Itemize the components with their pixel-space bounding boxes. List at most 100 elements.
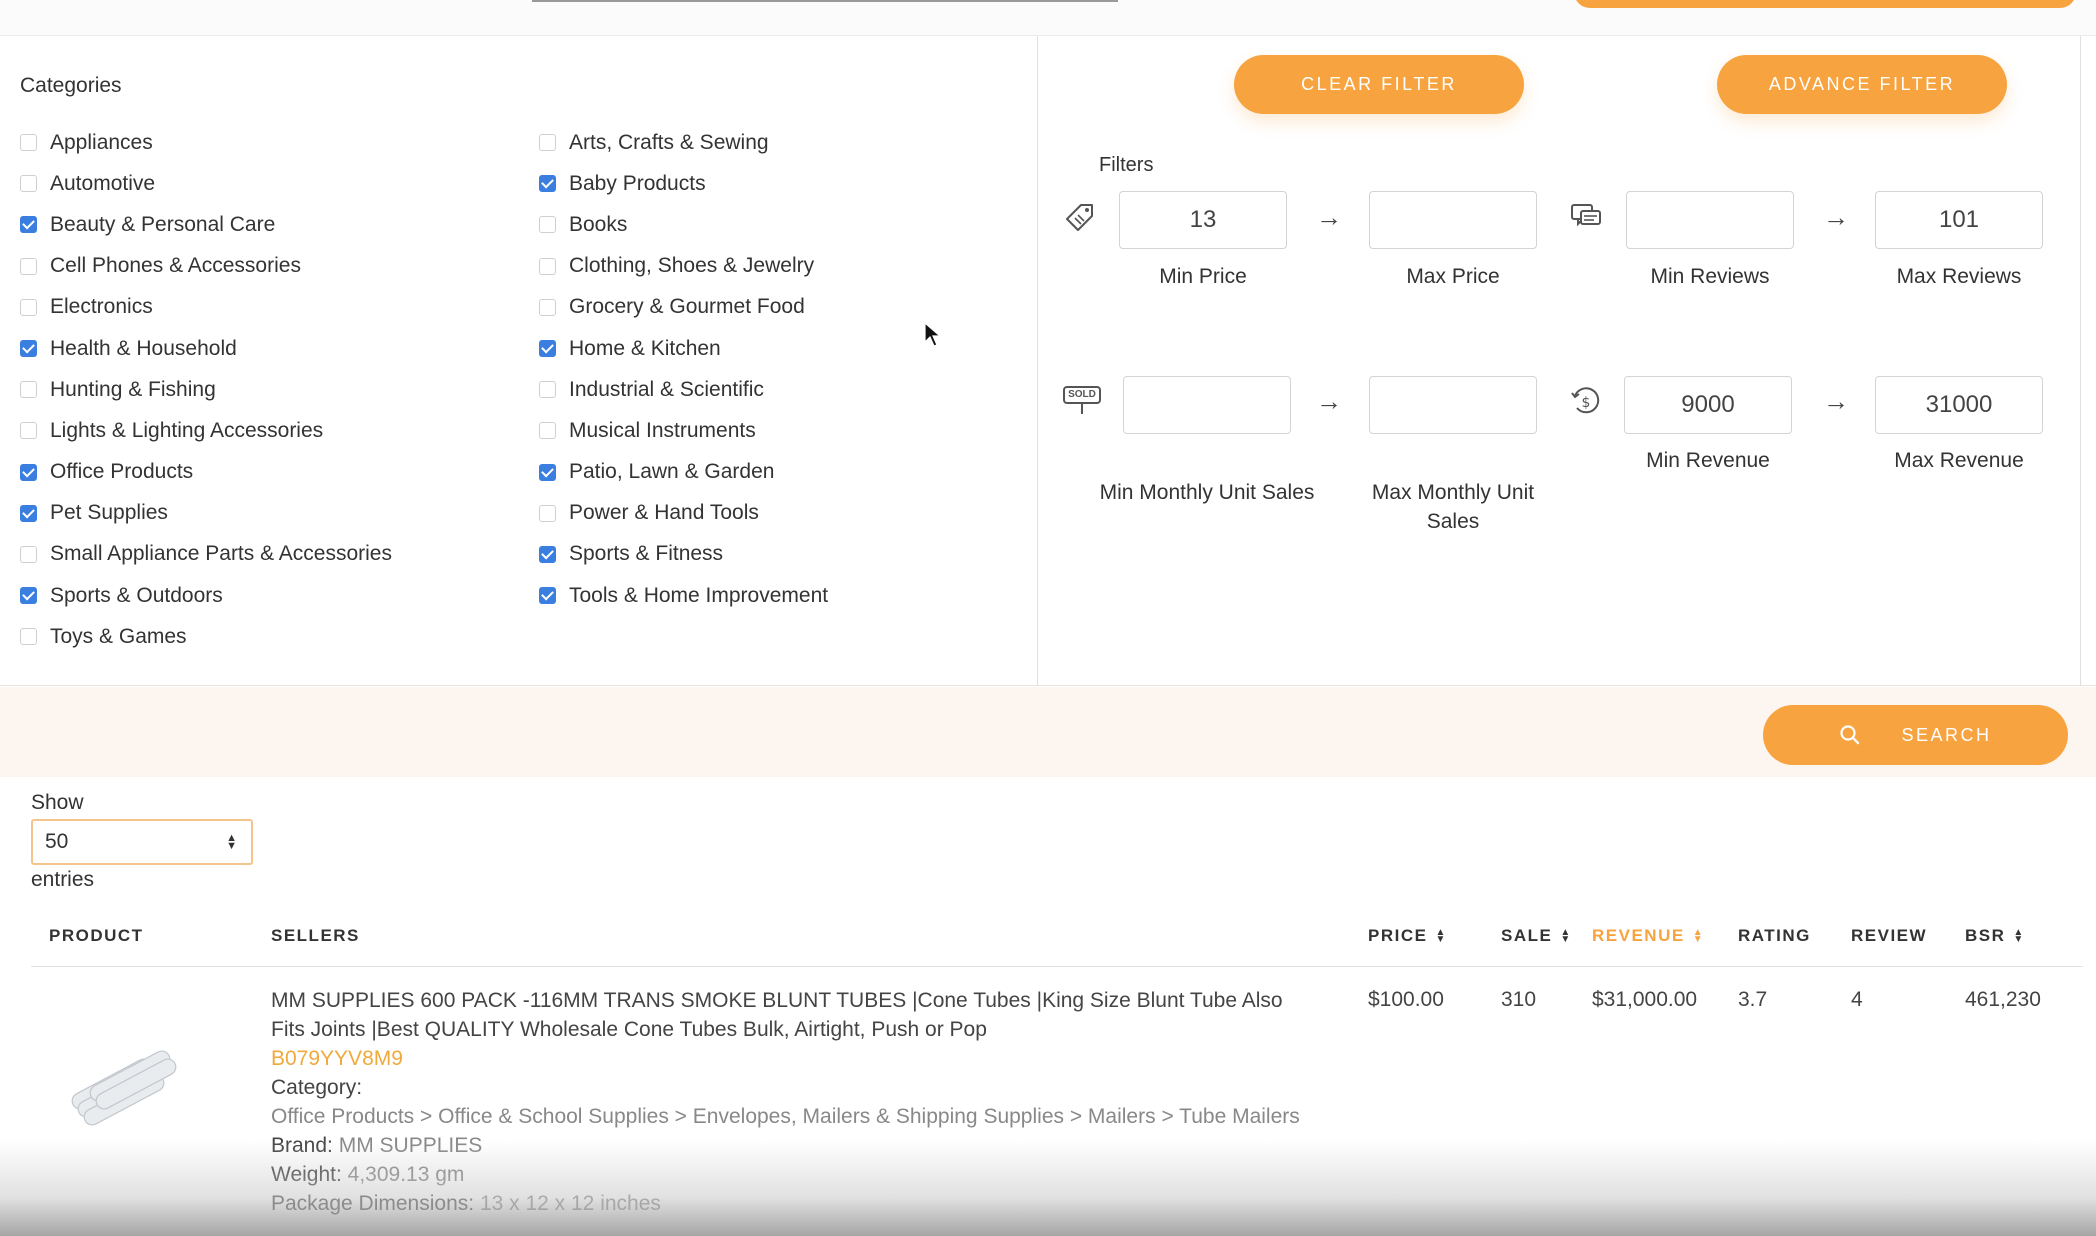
- category-item[interactable]: Musical Instruments: [539, 410, 828, 451]
- category-item[interactable]: Office Products: [20, 452, 392, 493]
- max-revenue-input[interactable]: 31000: [1875, 376, 2043, 434]
- column-header-review: REVIEW: [1851, 926, 1928, 945]
- checkbox-checked[interactable]: [539, 545, 556, 563]
- checkbox-unchecked[interactable]: [20, 381, 37, 399]
- checkbox-unchecked[interactable]: [539, 216, 556, 234]
- top-search-input-underline[interactable]: [532, 0, 1118, 2]
- category-item[interactable]: Patio, Lawn & Garden: [539, 452, 828, 493]
- category-item[interactable]: Small Appliance Parts & Accessories: [20, 534, 392, 575]
- category-item[interactable]: Hunting & Fishing: [20, 369, 392, 410]
- category-item[interactable]: Health & Household: [20, 328, 392, 369]
- column-header-sellers: SELLERS: [271, 926, 360, 945]
- entries-select[interactable]: 50 ▲ ▼: [31, 819, 253, 865]
- category-item[interactable]: Books: [539, 204, 828, 245]
- asin-link[interactable]: B079YYV8M9: [271, 1044, 1321, 1073]
- checkbox-checked[interactable]: [539, 587, 556, 605]
- sort-icon[interactable]: ▲ ▼: [1693, 928, 1704, 945]
- reviews-chat-icon: [1571, 204, 1601, 227]
- checkbox-unchecked[interactable]: [20, 175, 37, 193]
- checkbox-unchecked[interactable]: [20, 628, 37, 646]
- column-header-bsr[interactable]: BSR ▲ ▼: [1965, 926, 2025, 946]
- category-item[interactable]: Sports & Fitness: [539, 534, 828, 575]
- checkbox-checked[interactable]: [539, 463, 556, 481]
- category-item[interactable]: Beauty & Personal Care: [20, 204, 392, 245]
- filters-panel: CLEAR FILTER ADVANCE FILTER Filters 13 M…: [1039, 36, 2081, 686]
- max-monthly-unit-sales-input[interactable]: [1369, 376, 1537, 434]
- checkbox-unchecked[interactable]: [539, 298, 556, 316]
- sort-icon[interactable]: ▲ ▼: [1435, 928, 1446, 945]
- category-label: Cell Phones & Accessories: [50, 254, 301, 278]
- category-item[interactable]: Toys & Games: [20, 616, 392, 657]
- clear-filter-button[interactable]: CLEAR FILTER: [1234, 55, 1524, 114]
- category-item[interactable]: Pet Supplies: [20, 493, 392, 534]
- product-title-link[interactable]: MM SUPPLIES 600 PACK -116MM TRANS SMOKE …: [271, 986, 1321, 1044]
- sort-icon[interactable]: ▲ ▼: [2013, 928, 2024, 945]
- category-item[interactable]: Electronics: [20, 287, 392, 328]
- checkbox-checked[interactable]: [20, 216, 37, 234]
- category-item[interactable]: Cell Phones & Accessories: [20, 246, 392, 287]
- max-monthly-unit-sales-label: Max Monthly Unit Sales: [1371, 481, 1535, 533]
- min-reviews-label: Min Reviews: [1650, 265, 1770, 288]
- min-revenue-input[interactable]: 9000: [1624, 376, 1792, 434]
- column-header-price[interactable]: PRICE ▲ ▼: [1368, 926, 1447, 946]
- dimensions-line: Package Dimensions: 13 x 12 x 12 inches: [271, 1192, 661, 1215]
- min-price-input[interactable]: 13: [1119, 191, 1287, 249]
- checkbox-unchecked[interactable]: [539, 381, 556, 399]
- checkbox-unchecked[interactable]: [20, 298, 37, 316]
- checkbox-unchecked[interactable]: [20, 545, 37, 563]
- checkbox-checked[interactable]: [20, 587, 37, 605]
- category-item[interactable]: Automotive: [20, 163, 392, 204]
- advance-filter-button[interactable]: ADVANCE FILTER: [1717, 55, 2007, 114]
- category-item[interactable]: Industrial & Scientific: [539, 369, 828, 410]
- category-label: Appliances: [50, 130, 153, 154]
- category-item[interactable]: Grocery & Gourmet Food: [539, 287, 828, 328]
- sort-icon[interactable]: ▲ ▼: [1560, 928, 1571, 945]
- arrow-right-icon: →: [1823, 386, 1849, 416]
- max-price-label: Max Price: [1406, 265, 1500, 288]
- category-item[interactable]: Lights & Lighting Accessories: [20, 410, 392, 451]
- checkbox-checked[interactable]: [20, 463, 37, 481]
- category-label: Tools & Home Improvement: [569, 583, 829, 607]
- checkbox-checked[interactable]: [20, 340, 37, 358]
- checkbox-checked[interactable]: [539, 340, 556, 358]
- min-monthly-unit-sales-input[interactable]: [1123, 376, 1291, 434]
- min-price-label: Min Price: [1159, 265, 1247, 288]
- checkbox-unchecked[interactable]: [539, 504, 556, 522]
- filters-title: Filters: [1099, 154, 1154, 176]
- checkbox-checked[interactable]: [539, 175, 556, 193]
- category-label: Clothing, Shoes & Jewelry: [569, 254, 815, 278]
- category-item[interactable]: Clothing, Shoes & Jewelry: [539, 246, 828, 287]
- category-item[interactable]: Baby Products: [539, 163, 828, 204]
- max-price-input[interactable]: [1369, 191, 1537, 249]
- brand-value: MM SUPPLIES: [338, 1134, 483, 1157]
- min-monthly-unit-sales-label: Min Monthly Unit Sales: [1099, 481, 1315, 504]
- max-reviews-label: Max Reviews: [1896, 265, 2022, 288]
- column-header-revenue[interactable]: REVENUE ▲ ▼: [1592, 926, 1704, 946]
- checkbox-unchecked[interactable]: [20, 422, 37, 440]
- max-reviews-input[interactable]: 101: [1875, 191, 2043, 249]
- category-item[interactable]: Home & Kitchen: [539, 328, 828, 369]
- column-header-sale[interactable]: SALE ▲ ▼: [1501, 926, 1572, 946]
- category-item[interactable]: Sports & Outdoors: [20, 575, 392, 616]
- svg-text:$: $: [1582, 395, 1591, 411]
- checkbox-unchecked[interactable]: [539, 422, 556, 440]
- category-item[interactable]: Tools & Home Improvement: [539, 575, 828, 616]
- arrow-right-icon: →: [1316, 386, 1342, 416]
- min-reviews-input[interactable]: [1626, 191, 1794, 249]
- checkbox-unchecked[interactable]: [539, 134, 556, 152]
- category-item[interactable]: Arts, Crafts & Sewing: [539, 122, 828, 163]
- top-action-button[interactable]: [1574, 0, 2076, 8]
- seller-details: MM SUPPLIES 600 PACK -116MM TRANS SMOKE …: [271, 986, 1321, 1218]
- checkbox-unchecked[interactable]: [20, 257, 37, 275]
- category-label: Home & Kitchen: [569, 336, 721, 360]
- checkbox-unchecked[interactable]: [539, 257, 556, 275]
- checkbox-checked[interactable]: [20, 504, 37, 522]
- column-header-product: PRODUCT: [49, 926, 144, 945]
- product-image[interactable]: [60, 1018, 190, 1128]
- category-label: Sports & Outdoors: [50, 583, 223, 607]
- category-item[interactable]: Power & Hand Tools: [539, 493, 828, 534]
- category-item[interactable]: Appliances: [20, 122, 392, 163]
- checkbox-unchecked[interactable]: [20, 134, 37, 152]
- sold-icon-text: SOLD: [1063, 386, 1101, 404]
- search-button[interactable]: SEARCH: [1763, 705, 2068, 765]
